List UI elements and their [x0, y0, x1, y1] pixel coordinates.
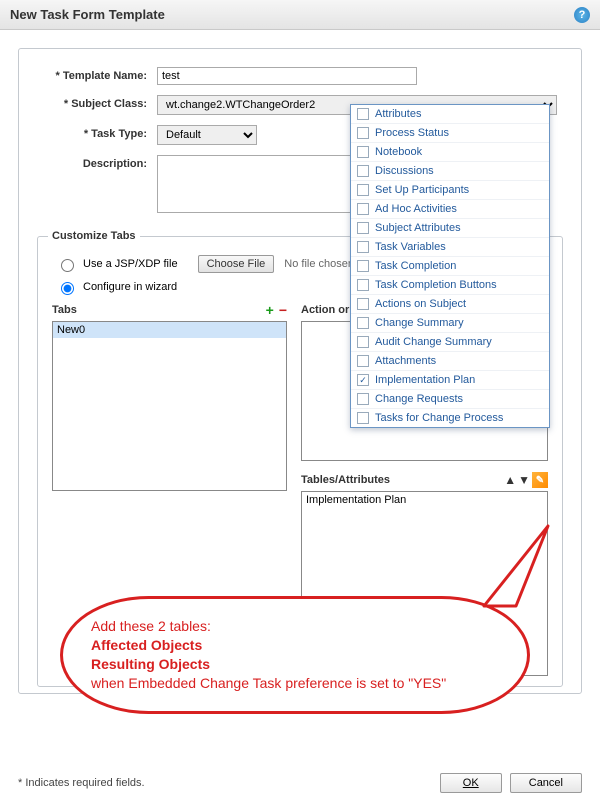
dropdown-item-label: Implementation Plan [375, 374, 475, 386]
dropdown-item-label: Notebook [375, 146, 422, 158]
tabs-listbox[interactable]: New0 [52, 321, 287, 491]
dropdown-item-label: Ad Hoc Activities [375, 203, 457, 215]
checkbox-icon[interactable] [357, 127, 369, 139]
dialog-title: New Task Form Template [10, 7, 165, 22]
dropdown-item-label: Discussions [375, 165, 434, 177]
no-file-text: No file chosen [284, 258, 354, 270]
dropdown-item-label: Change Requests [375, 393, 463, 405]
dropdown-item[interactable]: Discussions [351, 162, 549, 181]
dropdown-item-label: Task Completion [375, 260, 456, 272]
dropdown-item[interactable]: Subject Attributes [351, 219, 549, 238]
bubble-line1: Add these 2 tables: [91, 617, 499, 636]
task-type-select[interactable]: Default [157, 125, 257, 145]
dropdown-item-label: Attributes [375, 108, 421, 120]
checkbox-icon[interactable] [357, 222, 369, 234]
configure-wizard-radio[interactable] [61, 282, 74, 295]
move-up-icon[interactable]: ▲ [504, 473, 518, 487]
dropdown-item[interactable]: Attributes [351, 105, 549, 124]
dropdown-item-label: Change Summary [375, 317, 464, 329]
checkbox-icon[interactable] [357, 260, 369, 272]
dropdown-item-label: Subject Attributes [375, 222, 461, 234]
required-fields-note: * Indicates required fields. [18, 777, 145, 789]
checkbox-icon[interactable] [357, 298, 369, 310]
tables-dropdown[interactable]: Attributes Process Status Notebook Discussi… [350, 104, 550, 428]
checkbox-icon[interactable] [357, 165, 369, 177]
dropdown-item-label: Tasks for Change Process [375, 412, 503, 424]
dropdown-item-label: Audit Change Summary [375, 336, 492, 348]
subject-class-label: * Subject Class: [37, 95, 157, 110]
button-bar: OK Cancel [440, 773, 582, 793]
checkbox-icon[interactable] [357, 279, 369, 291]
ok-button[interactable]: OK [440, 773, 502, 793]
checkbox-icon[interactable] [357, 108, 369, 120]
dropdown-item[interactable]: Change Requests [351, 390, 549, 409]
dropdown-item[interactable]: Task Completion Buttons [351, 276, 549, 295]
edit-tables-icon[interactable]: ✎ [532, 472, 548, 488]
task-type-label: * Task Type: [37, 125, 157, 140]
list-item[interactable]: New0 [53, 322, 286, 338]
dropdown-item-label: Task Variables [375, 241, 446, 253]
titlebar: New Task Form Template ? [0, 0, 600, 30]
bubble-line2: Affected Objects [91, 636, 499, 655]
checkbox-icon[interactable] [357, 317, 369, 329]
checkbox-icon[interactable] [357, 336, 369, 348]
use-jsp-label: Use a JSP/XDP file [83, 258, 178, 270]
dropdown-item-label: Task Completion Buttons [375, 279, 497, 291]
dropdown-item[interactable]: Task Completion [351, 257, 549, 276]
dropdown-item-label: Process Status [375, 127, 449, 139]
bubble-line3: Resulting Objects [91, 655, 499, 674]
bubble-line4: when Embedded Change Task preference is … [91, 674, 499, 693]
help-icon[interactable]: ? [574, 7, 590, 23]
checkbox-icon[interactable] [357, 146, 369, 158]
add-tab-icon[interactable]: + [266, 302, 274, 318]
dropdown-item-label: Attachments [375, 355, 436, 367]
action-header: Action or [301, 304, 349, 316]
template-name-label: * Template Name: [37, 67, 157, 82]
tables-header: Tables/Attributes [301, 474, 390, 486]
dropdown-item[interactable]: Set Up Participants [351, 181, 549, 200]
dropdown-item[interactable]: Attachments [351, 352, 549, 371]
tabs-header: Tabs [52, 304, 77, 316]
dropdown-item[interactable]: ✓ Implementation Plan [351, 371, 549, 390]
checkbox-icon[interactable] [357, 355, 369, 367]
dropdown-item-label: Set Up Participants [375, 184, 469, 196]
choose-file-button[interactable]: Choose File [198, 255, 275, 273]
dropdown-item[interactable]: Change Summary [351, 314, 549, 333]
dropdown-item[interactable]: Ad Hoc Activities [351, 200, 549, 219]
dropdown-item[interactable]: Actions on Subject [351, 295, 549, 314]
configure-wizard-label: Configure in wizard [83, 281, 177, 293]
dropdown-item[interactable]: Task Variables [351, 238, 549, 257]
checkbox-icon[interactable] [357, 184, 369, 196]
customize-tabs-legend: Customize Tabs [48, 230, 140, 242]
bubble-tail [460, 520, 580, 640]
dropdown-item[interactable]: Tasks for Change Process [351, 409, 549, 427]
use-jsp-radio[interactable] [61, 259, 74, 272]
list-item[interactable]: Implementation Plan [302, 492, 547, 508]
checkbox-icon[interactable] [357, 412, 369, 424]
dropdown-item[interactable]: Audit Change Summary [351, 333, 549, 352]
remove-tab-icon[interactable]: − [279, 302, 287, 318]
checkbox-icon[interactable] [357, 393, 369, 405]
template-name-input[interactable] [157, 67, 417, 85]
checkbox-icon[interactable]: ✓ [357, 374, 369, 386]
cancel-button[interactable]: Cancel [510, 773, 582, 793]
checkbox-icon[interactable] [357, 241, 369, 253]
description-textarea[interactable] [157, 155, 357, 213]
dropdown-item[interactable]: Notebook [351, 143, 549, 162]
dropdown-item-label: Actions on Subject [375, 298, 466, 310]
move-down-icon[interactable]: ▼ [518, 473, 532, 487]
description-label: Description: [37, 155, 157, 170]
checkbox-icon[interactable] [357, 203, 369, 215]
dropdown-item[interactable]: Process Status [351, 124, 549, 143]
